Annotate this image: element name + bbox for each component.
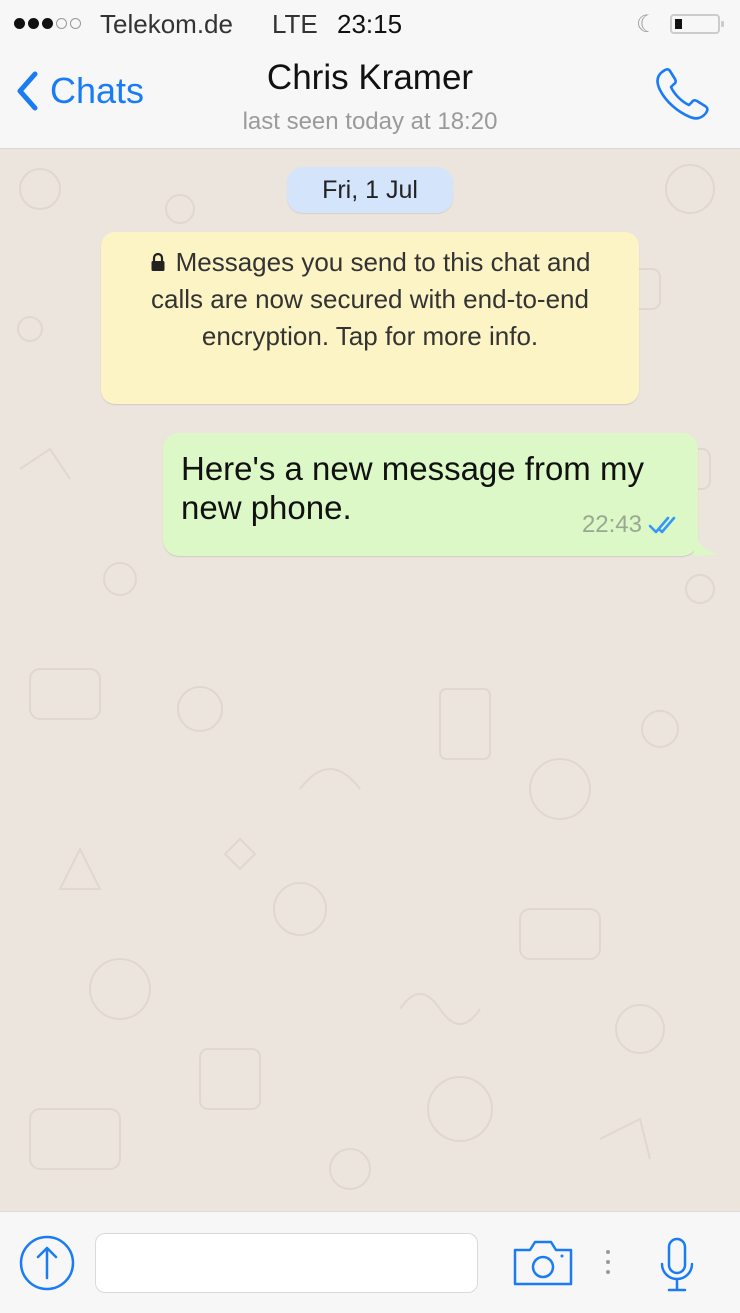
divider-dots <box>606 1250 610 1274</box>
battery-icon <box>670 14 724 34</box>
phone-icon <box>656 68 709 120</box>
outgoing-message[interactable]: Here's a new message from my new phone. … <box>163 433 720 556</box>
encryption-notice[interactable]: Messages you send to this chat and calls… <box>101 232 639 404</box>
message-input[interactable] <box>95 1233 478 1293</box>
message-text: Here's a new message from my new phone. <box>181 450 644 526</box>
carrier-name: Telekom.de <box>100 9 233 39</box>
status-bar: Telekom.de LTE 23:15 ☾ <box>0 0 740 48</box>
bubble-tail <box>694 532 720 556</box>
double-check-icon <box>648 516 676 533</box>
encryption-notice-text: Messages you send to this chat and calls… <box>151 247 591 351</box>
camera-button[interactable] <box>512 1238 574 1293</box>
chat-area[interactable]: Fri, 1 Jul Messages you send to this cha… <box>0 149 740 1211</box>
attach-button[interactable] <box>18 1234 76 1297</box>
message-input-bar <box>0 1211 740 1313</box>
microphone-icon <box>660 1237 694 1292</box>
microphone-button[interactable] <box>658 1236 696 1299</box>
camera-icon <box>513 1240 573 1286</box>
date-separator: Fri, 1 Jul <box>287 167 453 213</box>
contact-name[interactable]: Chris Kramer <box>0 58 740 98</box>
signal-strength-icon <box>14 12 81 29</box>
message-meta: 22:43 <box>582 505 682 544</box>
last-seen-status: last seen today at 18:20 <box>242 108 498 135</box>
network-type: LTE <box>272 9 318 39</box>
lock-icon <box>151 252 165 271</box>
message-time: 22:43 <box>581 511 642 538</box>
status-time: 23:15 <box>337 9 403 39</box>
upload-arrow-icon <box>19 1235 75 1291</box>
call-button[interactable] <box>652 66 712 127</box>
chat-header: Chats Chris Kramer last seen today at 18… <box>0 48 740 149</box>
moon-icon: ☾ <box>636 11 658 38</box>
